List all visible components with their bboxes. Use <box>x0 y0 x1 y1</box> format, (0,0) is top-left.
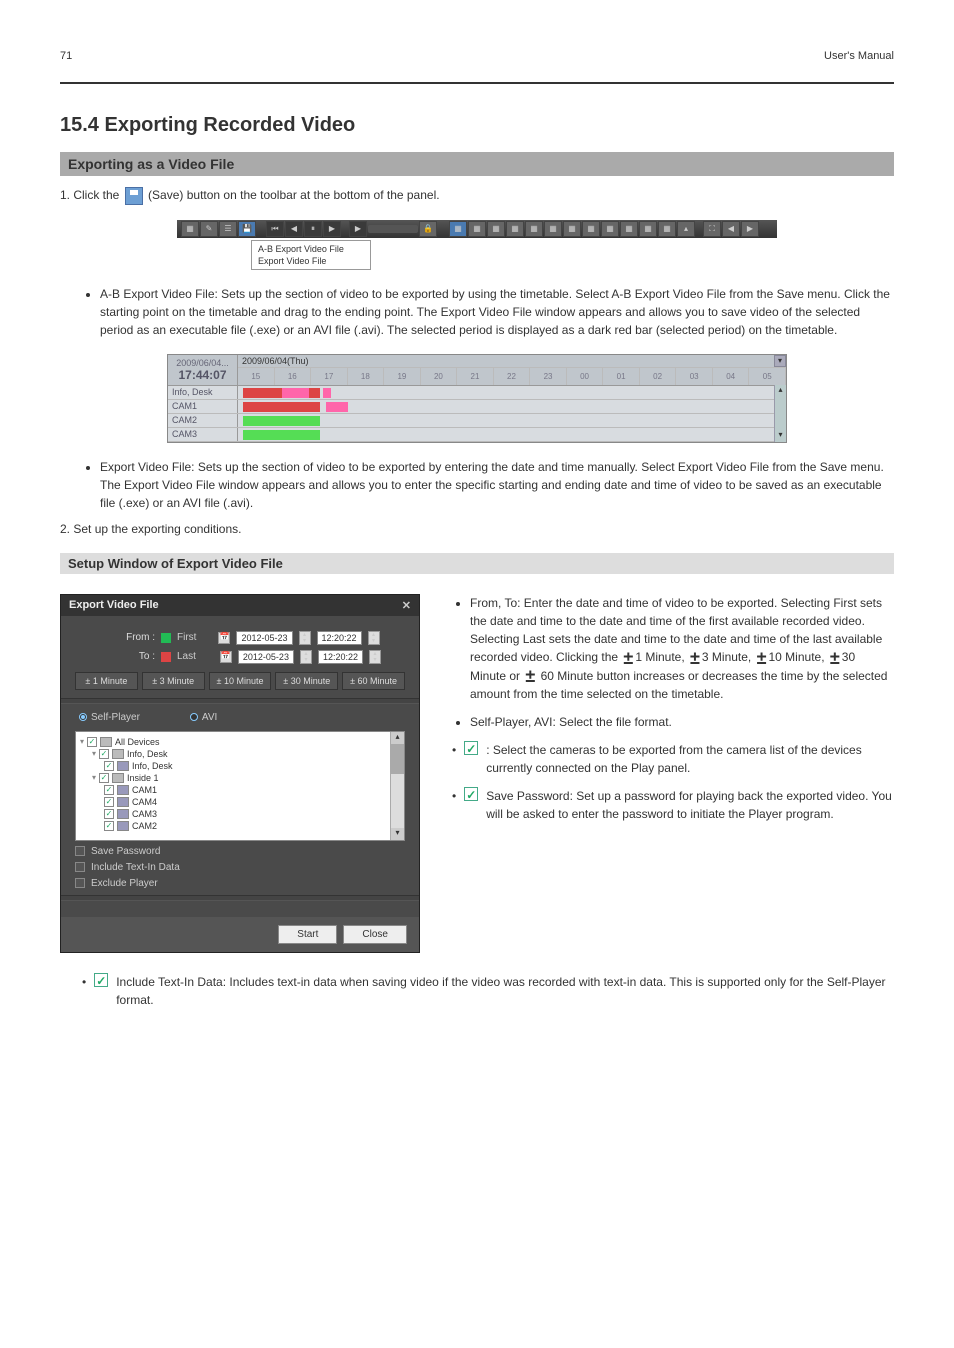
camera-tree: ▾✓All Devices ▾✓Info, Desk ✓Info, Desk ▾… <box>75 731 405 841</box>
section-title: 15.4 Exporting Recorded Video <box>60 114 894 137</box>
spinner-icon: ▴▾ <box>369 650 381 664</box>
step1-list: A-B Export Video File: Sets up the secti… <box>100 285 894 339</box>
tb-grid-1-icon: ▦ <box>449 221 467 237</box>
tb-layout-icon: ▦ <box>181 221 199 237</box>
btn-3min: ± 3 Minute <box>142 672 205 690</box>
tb-play-icon: ▶ <box>349 221 367 237</box>
scroll-up-icon: ▴ <box>775 385 786 397</box>
start-button: Start <box>278 925 337 944</box>
btn-10min: ± 10 Minute <box>209 672 272 690</box>
plusminus-icon: ± <box>525 667 535 685</box>
tb-grid-4-icon: ▦ <box>506 221 524 237</box>
tt-date-left: 2009/06/04... <box>171 358 234 368</box>
save-password-checkbox-icon <box>75 846 85 856</box>
toolbar-screenshot: ▦ ✎ ☰ 💾 ⏮ ◀ ⏸ ▶ ▶ 🔒 ▦ ▦ ▦ ▦ ▦ ▦ ▦ ▦ ▦ ▦ … <box>177 220 777 270</box>
tb-list-icon: ☰ <box>219 221 237 237</box>
tb-right-icon: ▶ <box>741 221 759 237</box>
dialog-title: Export Video File <box>69 599 159 612</box>
tb-grid-7-icon: ▦ <box>563 221 581 237</box>
btn-1min: ± 1 Minute <box>75 672 138 690</box>
include-textin-checkbox-icon <box>75 862 85 872</box>
tb-slider <box>368 225 418 233</box>
tb-grid-6-icon: ▦ <box>544 221 562 237</box>
spinner-icon: ▴▾ <box>299 631 311 645</box>
first-checkbox-icon <box>161 633 171 643</box>
btn-30min: ± 30 Minute <box>275 672 338 690</box>
close-icon: ✕ <box>402 599 411 612</box>
step1-list-2: Export Video File: Sets up the section o… <box>100 458 894 512</box>
subsection-export-window: Setup Window of Export Video File <box>60 553 894 574</box>
tb-full-icon: ⛶ <box>703 221 721 237</box>
checkbox-icon <box>464 787 478 801</box>
list-item-export: Export Video File: Sets up the section o… <box>100 458 894 512</box>
tb-pause-icon: ⏸ <box>304 221 322 237</box>
tb-next-icon: ▶ <box>323 221 341 237</box>
tb-grid-2-icon: ▦ <box>468 221 486 237</box>
step-1-text: 1. Click the (Save) button on the toolba… <box>60 186 894 205</box>
calendar-icon <box>220 651 232 663</box>
list-item-ab-export: A-B Export Video File: Sets up the secti… <box>100 285 894 339</box>
tb-grid-9-icon: ▦ <box>601 221 619 237</box>
tb-grid-10-icon: ▦ <box>620 221 638 237</box>
checkbox-icon <box>464 741 478 755</box>
tb-grid-11-icon: ▦ <box>639 221 657 237</box>
tb-prev-icon: ◀ <box>285 221 303 237</box>
page-number: 71 <box>60 50 72 62</box>
tb-save-icon: 💾 <box>238 221 256 237</box>
save-dropdown-menu: A-B Export Video File Export Video File <box>251 240 371 270</box>
export-description: From, To: Enter the date and time of vid… <box>450 594 894 953</box>
tb-grid-12-icon: ▦ <box>658 221 676 237</box>
desc-textin: • Include Text-In Data: Includes text-in… <box>100 973 894 1009</box>
desc-cameras: • : Select the cameras to be exported fr… <box>470 741 894 777</box>
tb-tool-icon: ✎ <box>200 221 218 237</box>
menu-export: Export Video File <box>256 255 366 267</box>
radio-selfplayer-icon <box>79 713 87 721</box>
last-checkbox-icon <box>161 652 171 662</box>
bottom-bullets: • Include Text-In Data: Includes text-in… <box>100 973 894 1009</box>
tb-grid-8-icon: ▦ <box>582 221 600 237</box>
tb-grid-5-icon: ▦ <box>525 221 543 237</box>
timetable-screenshot: 2009/06/04... 17:44:07 2009/06/04(Thu) 1… <box>167 354 787 443</box>
close-button: Close <box>343 925 407 944</box>
save-icon <box>125 187 143 205</box>
spinner-icon: ▴▾ <box>368 631 380 645</box>
plusminus-icon: ± <box>757 649 767 667</box>
spinner-icon: ▴▾ <box>300 650 312 664</box>
menu-ab-export: A-B Export Video File <box>256 243 366 255</box>
tt-date-header: 2009/06/04(Thu) <box>238 355 786 368</box>
scroll-down-icon: ▾ <box>775 430 786 442</box>
desc-save-password: • Save Password: Set up a password for p… <box>470 787 894 823</box>
calendar-icon <box>218 632 230 644</box>
tt-time-left: 17:44:07 <box>171 368 234 382</box>
tb-step-icon: ⏮ <box>266 221 284 237</box>
tb-left-icon: ◀ <box>722 221 740 237</box>
tt-collapse-icon: ▾ <box>774 355 786 367</box>
document-header: 71 User's Manual <box>60 50 894 84</box>
plusminus-icon: ± <box>623 649 633 667</box>
doc-title: User's Manual <box>824 50 894 62</box>
exclude-player-checkbox-icon <box>75 878 85 888</box>
desc-format: Self-Player, AVI: Select the file format… <box>470 713 894 731</box>
radio-avi-icon <box>190 713 198 721</box>
tb-grid-3-icon: ▦ <box>487 221 505 237</box>
tb-caret-up-icon: ▴ <box>677 221 695 237</box>
export-dialog-screenshot: Export Video File ✕ From : First 2012-05… <box>60 594 420 953</box>
checkbox-icon <box>94 973 108 987</box>
desc-from-to: From, To: Enter the date and time of vid… <box>470 594 894 704</box>
plusminus-icon: ± <box>690 649 700 667</box>
step-2-text: 2. Set up the exporting conditions. <box>60 520 894 538</box>
subsection-exporting-video-file: Exporting as a Video File <box>60 152 894 176</box>
btn-60min: ± 60 Minute <box>342 672 405 690</box>
plusminus-icon: ± <box>830 649 840 667</box>
tb-lock-icon: 🔒 <box>419 221 437 237</box>
